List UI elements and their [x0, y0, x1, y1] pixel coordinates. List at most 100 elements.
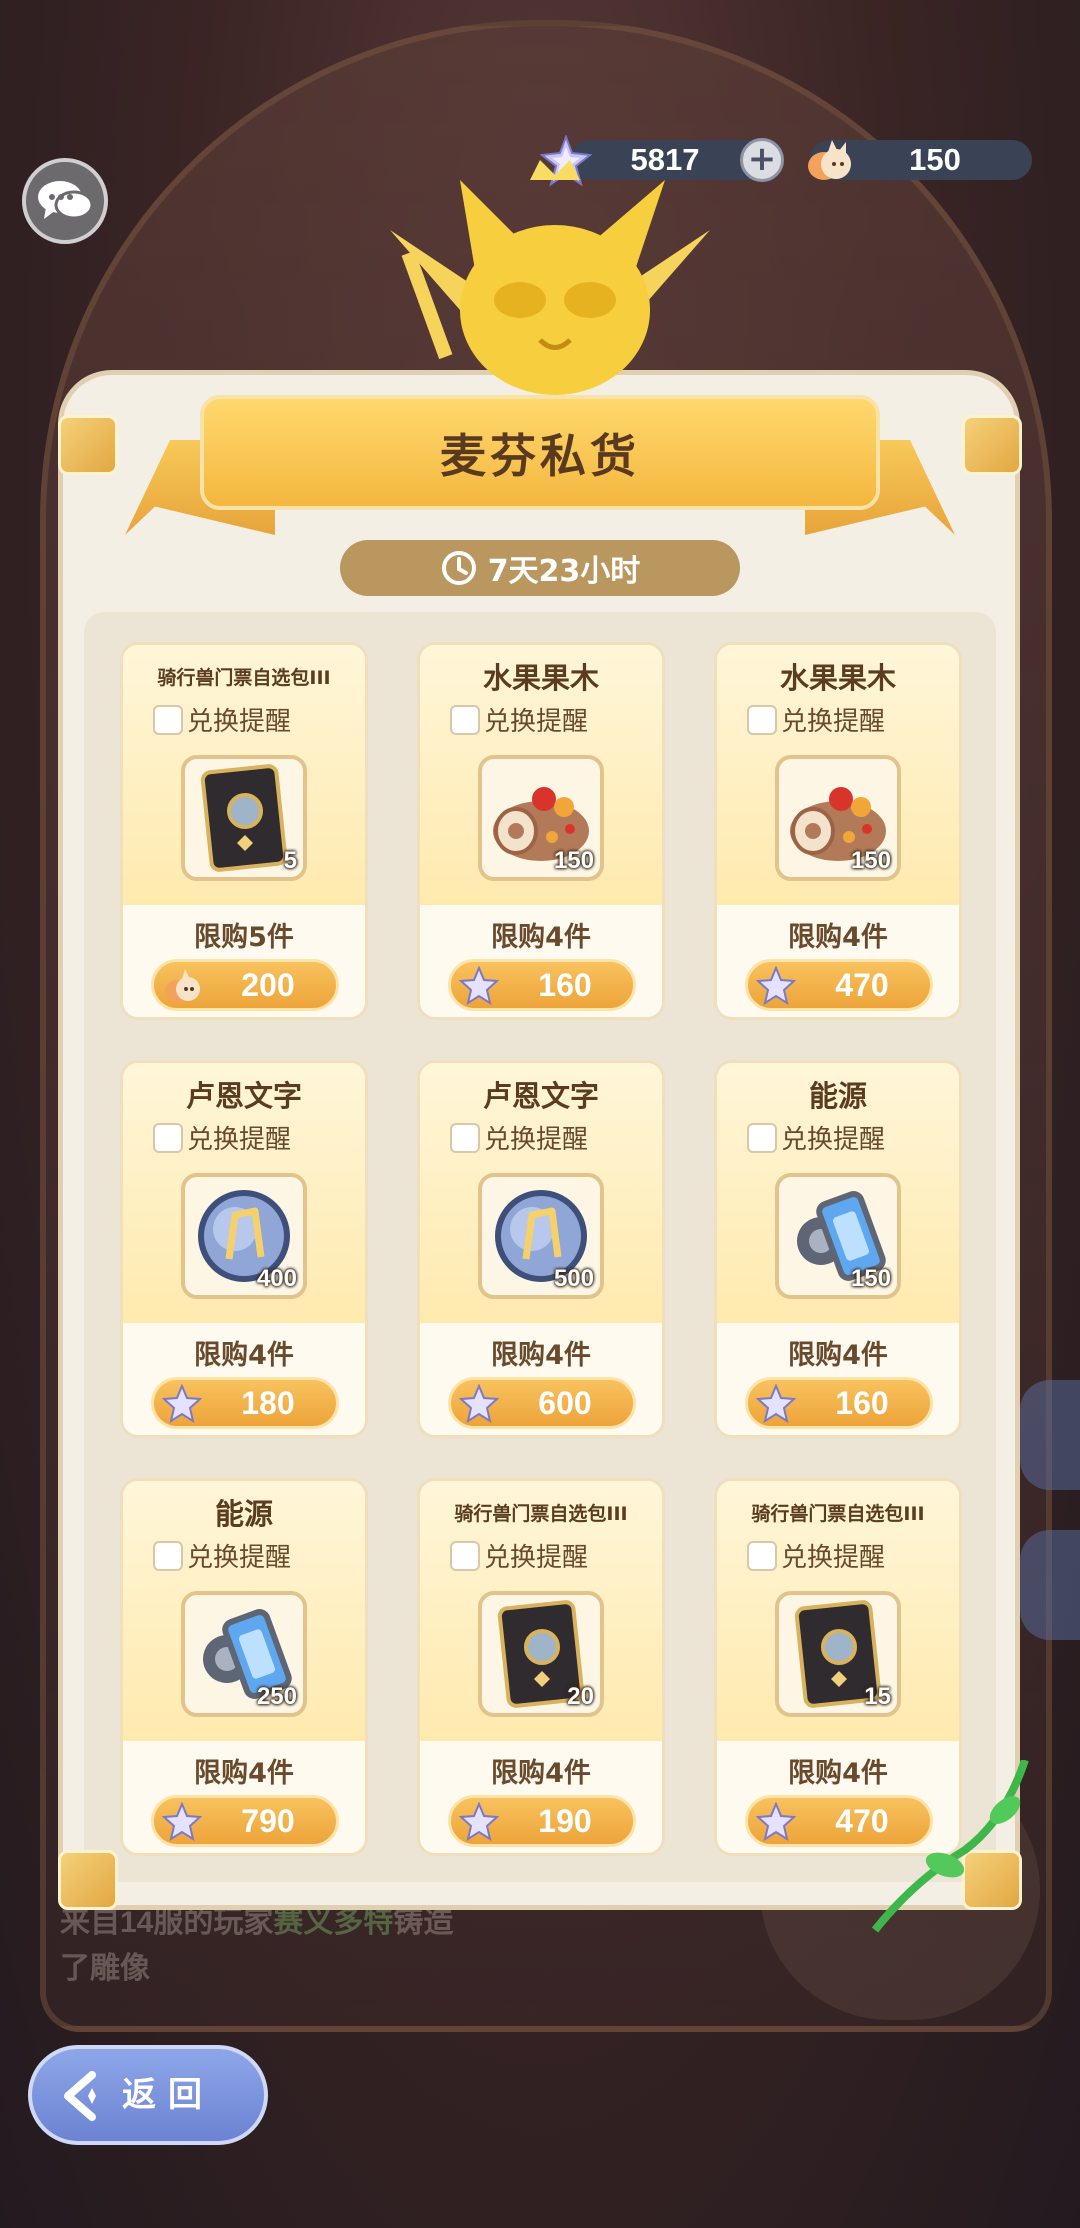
item-icon-frame[interactable]: 150: [775, 755, 901, 881]
reminder-label: 兑换提醒: [187, 707, 292, 737]
purchase-limit: 限购4件: [194, 1340, 294, 1371]
star-gem-icon: [755, 965, 797, 1006]
reminder-checkbox[interactable]: [153, 1540, 183, 1571]
reminder-label: 兑换提醒: [781, 1125, 886, 1155]
exchange-reminder[interactable]: 兑换提醒: [747, 701, 885, 738]
reminder-label: 兑换提醒: [484, 707, 589, 737]
buy-button[interactable]: 190: [448, 1795, 636, 1847]
chat-button[interactable]: [22, 158, 108, 244]
star-gem-icon: [161, 1801, 203, 1842]
item-quantity: 20: [567, 1683, 594, 1710]
exchange-reminder[interactable]: 兑换提醒: [153, 1537, 291, 1574]
exchange-reminder[interactable]: 兑换提醒: [747, 1537, 885, 1574]
shop-title: 麦芬私货: [440, 428, 640, 483]
item-quantity: 150: [850, 1265, 891, 1292]
exchange-reminder[interactable]: 兑换提醒: [450, 1537, 588, 1574]
side-tab: [1020, 1530, 1080, 1640]
item-name: 骑行兽门票自选包III: [751, 1503, 925, 1525]
shop-item-card[interactable]: 能源 兑换提醒 250 限购4件 790: [120, 1478, 368, 1856]
exchange-reminder[interactable]: 兑换提醒: [450, 1119, 588, 1156]
shop-item-card[interactable]: 能源 兑换提醒 150 限购4件 160: [714, 1060, 962, 1438]
shop-item-card[interactable]: 水果果木 兑换提醒 150 限购4件 470: [714, 642, 962, 1020]
item-icon-frame[interactable]: 5: [181, 755, 307, 881]
add-currency-button[interactable]: +: [740, 138, 784, 182]
item-price: 790: [241, 1803, 295, 1839]
reminder-checkbox[interactable]: [747, 704, 777, 735]
reminder-label: 兑换提醒: [781, 1543, 886, 1573]
purchase-limit: 限购4件: [788, 1340, 888, 1371]
item-quantity: 150: [553, 847, 594, 874]
exchange-reminder[interactable]: 兑换提醒: [450, 701, 588, 738]
reminder-checkbox[interactable]: [747, 1122, 777, 1153]
item-name: 水果果木: [482, 661, 599, 695]
star-gem-icon: [755, 1383, 797, 1424]
star-gem-icon: [161, 1383, 203, 1424]
shop-item-card[interactable]: 卢恩文字 兑换提醒 500 限购4件 600: [417, 1060, 665, 1438]
clock-icon: [441, 551, 476, 585]
reminder-checkbox[interactable]: [450, 1540, 480, 1571]
shop-item-card[interactable]: 水果果木 兑换提醒 150 限购4件 160: [417, 642, 665, 1020]
item-icon-frame[interactable]: 15: [775, 1591, 901, 1717]
muffin-coin-icon: [808, 140, 851, 180]
background-announcement: 来自14服的玩家赛义多特铸造 了雕像: [60, 1906, 454, 1985]
item-icon-frame[interactable]: 150: [775, 1173, 901, 1299]
item-price: 470: [835, 967, 889, 1003]
shop-title-banner: 麦芬私货: [200, 395, 880, 510]
shop-item-card[interactable]: 卢恩文字 兑换提醒 400 限购4件 180: [120, 1060, 368, 1438]
buy-button[interactable]: 200: [151, 959, 339, 1011]
item-icon-frame[interactable]: 500: [478, 1173, 604, 1299]
item-quantity: 400: [256, 1265, 297, 1292]
shop-item-card[interactable]: 骑行兽门票自选包III 兑换提醒 5 限购5件 200: [120, 642, 368, 1020]
exchange-reminder[interactable]: 兑换提醒: [153, 1119, 291, 1156]
buy-button[interactable]: 600: [448, 1377, 636, 1429]
star-gem-icon: [458, 1383, 500, 1424]
item-price: 200: [241, 967, 295, 1003]
shop-item-card[interactable]: 骑行兽门票自选包III 兑换提醒 20 限购4件 190: [417, 1478, 665, 1856]
item-icon-frame[interactable]: 20: [478, 1591, 604, 1717]
purchase-limit: 限购4件: [491, 1340, 591, 1371]
vine-decoration: [871, 1760, 1029, 1933]
item-name: 水果果木: [779, 661, 896, 695]
item-price: 160: [835, 1385, 889, 1421]
buy-button[interactable]: 470: [745, 959, 933, 1011]
timer-text: 7天23小时: [487, 554, 641, 589]
reminder-checkbox[interactable]: [450, 1122, 480, 1153]
item-quantity: 500: [553, 1265, 594, 1292]
reminder-checkbox[interactable]: [153, 1122, 183, 1153]
star-gem-icon: [755, 1801, 797, 1842]
purchase-limit: 限购4件: [491, 922, 591, 953]
golden-cat-mascot: [390, 160, 710, 395]
item-icon-frame[interactable]: 400: [181, 1173, 307, 1299]
item-price: 160: [538, 967, 592, 1003]
item-price: 190: [538, 1803, 592, 1839]
exchange-reminder[interactable]: 兑换提醒: [153, 701, 291, 738]
item-icon-frame[interactable]: 250: [181, 1591, 307, 1717]
item-name: 能源: [214, 1497, 273, 1531]
reminder-checkbox[interactable]: [450, 704, 480, 735]
panel-corner-ornament: [58, 415, 118, 475]
buy-button[interactable]: 160: [745, 1377, 933, 1429]
reminder-checkbox[interactable]: [153, 704, 183, 735]
item-icon-frame[interactable]: 150: [478, 755, 604, 881]
star-gem-icon: [458, 1801, 500, 1842]
buy-button[interactable]: 160: [448, 959, 636, 1011]
buy-button[interactable]: 790: [151, 1795, 339, 1847]
reminder-label: 兑换提醒: [484, 1125, 589, 1155]
reminder-label: 兑换提醒: [187, 1125, 292, 1155]
side-tab: [1020, 1380, 1080, 1490]
purchase-limit: 限购4件: [788, 922, 888, 953]
muffin-coin-icon: [162, 966, 202, 1006]
reminder-checkbox[interactable]: [747, 1540, 777, 1571]
star-gem-icon: [458, 965, 500, 1006]
reminder-label: 兑换提醒: [187, 1543, 292, 1573]
reminder-label: 兑换提醒: [781, 707, 886, 737]
exchange-reminder[interactable]: 兑换提醒: [747, 1119, 885, 1156]
item-quantity: 250: [256, 1683, 297, 1710]
item-grid: 骑行兽门票自选包III 兑换提醒 5 限购5件 200 水果果木 兑换提醒 15…: [120, 642, 966, 1856]
item-quantity: 150: [850, 847, 891, 874]
item-quantity: 15: [864, 1683, 891, 1710]
muffin-coin-value: 150: [909, 142, 961, 177]
item-quantity: 5: [283, 847, 297, 874]
buy-button[interactable]: 180: [151, 1377, 339, 1429]
back-button[interactable]: 返回: [28, 2045, 268, 2145]
